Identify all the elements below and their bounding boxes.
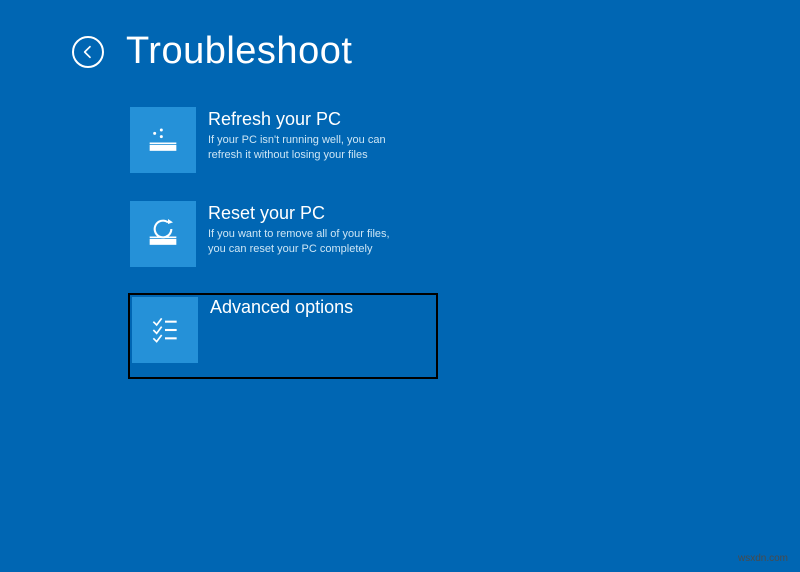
refresh-tile (130, 107, 196, 173)
header: Troubleshoot (0, 0, 800, 73)
reset-icon (143, 214, 183, 254)
page-title: Troubleshoot (126, 30, 352, 73)
reset-tile (130, 201, 196, 267)
options-list: Refresh your PC If your PC isn't running… (0, 73, 800, 379)
option-reset-pc[interactable]: Reset your PC If you want to remove all … (128, 199, 438, 269)
refresh-icon (143, 120, 183, 160)
option-desc: If your PC isn't running well, you can r… (208, 133, 408, 163)
option-title: Refresh your PC (208, 109, 408, 130)
option-desc: If you want to remove all of your files,… (208, 227, 408, 257)
advanced-options-icon (145, 310, 185, 350)
option-refresh-pc[interactable]: Refresh your PC If your PC isn't running… (128, 105, 438, 175)
advanced-tile (132, 297, 198, 363)
option-title: Reset your PC (208, 203, 408, 224)
option-text: Reset your PC If you want to remove all … (208, 201, 408, 257)
back-button[interactable] (72, 36, 104, 68)
option-title: Advanced options (210, 297, 353, 318)
option-text: Advanced options (210, 295, 353, 321)
option-text: Refresh your PC If your PC isn't running… (208, 107, 408, 163)
back-arrow-icon (80, 44, 96, 60)
watermark: wsxdn.com (738, 553, 788, 564)
option-advanced-options[interactable]: Advanced options (128, 293, 438, 379)
